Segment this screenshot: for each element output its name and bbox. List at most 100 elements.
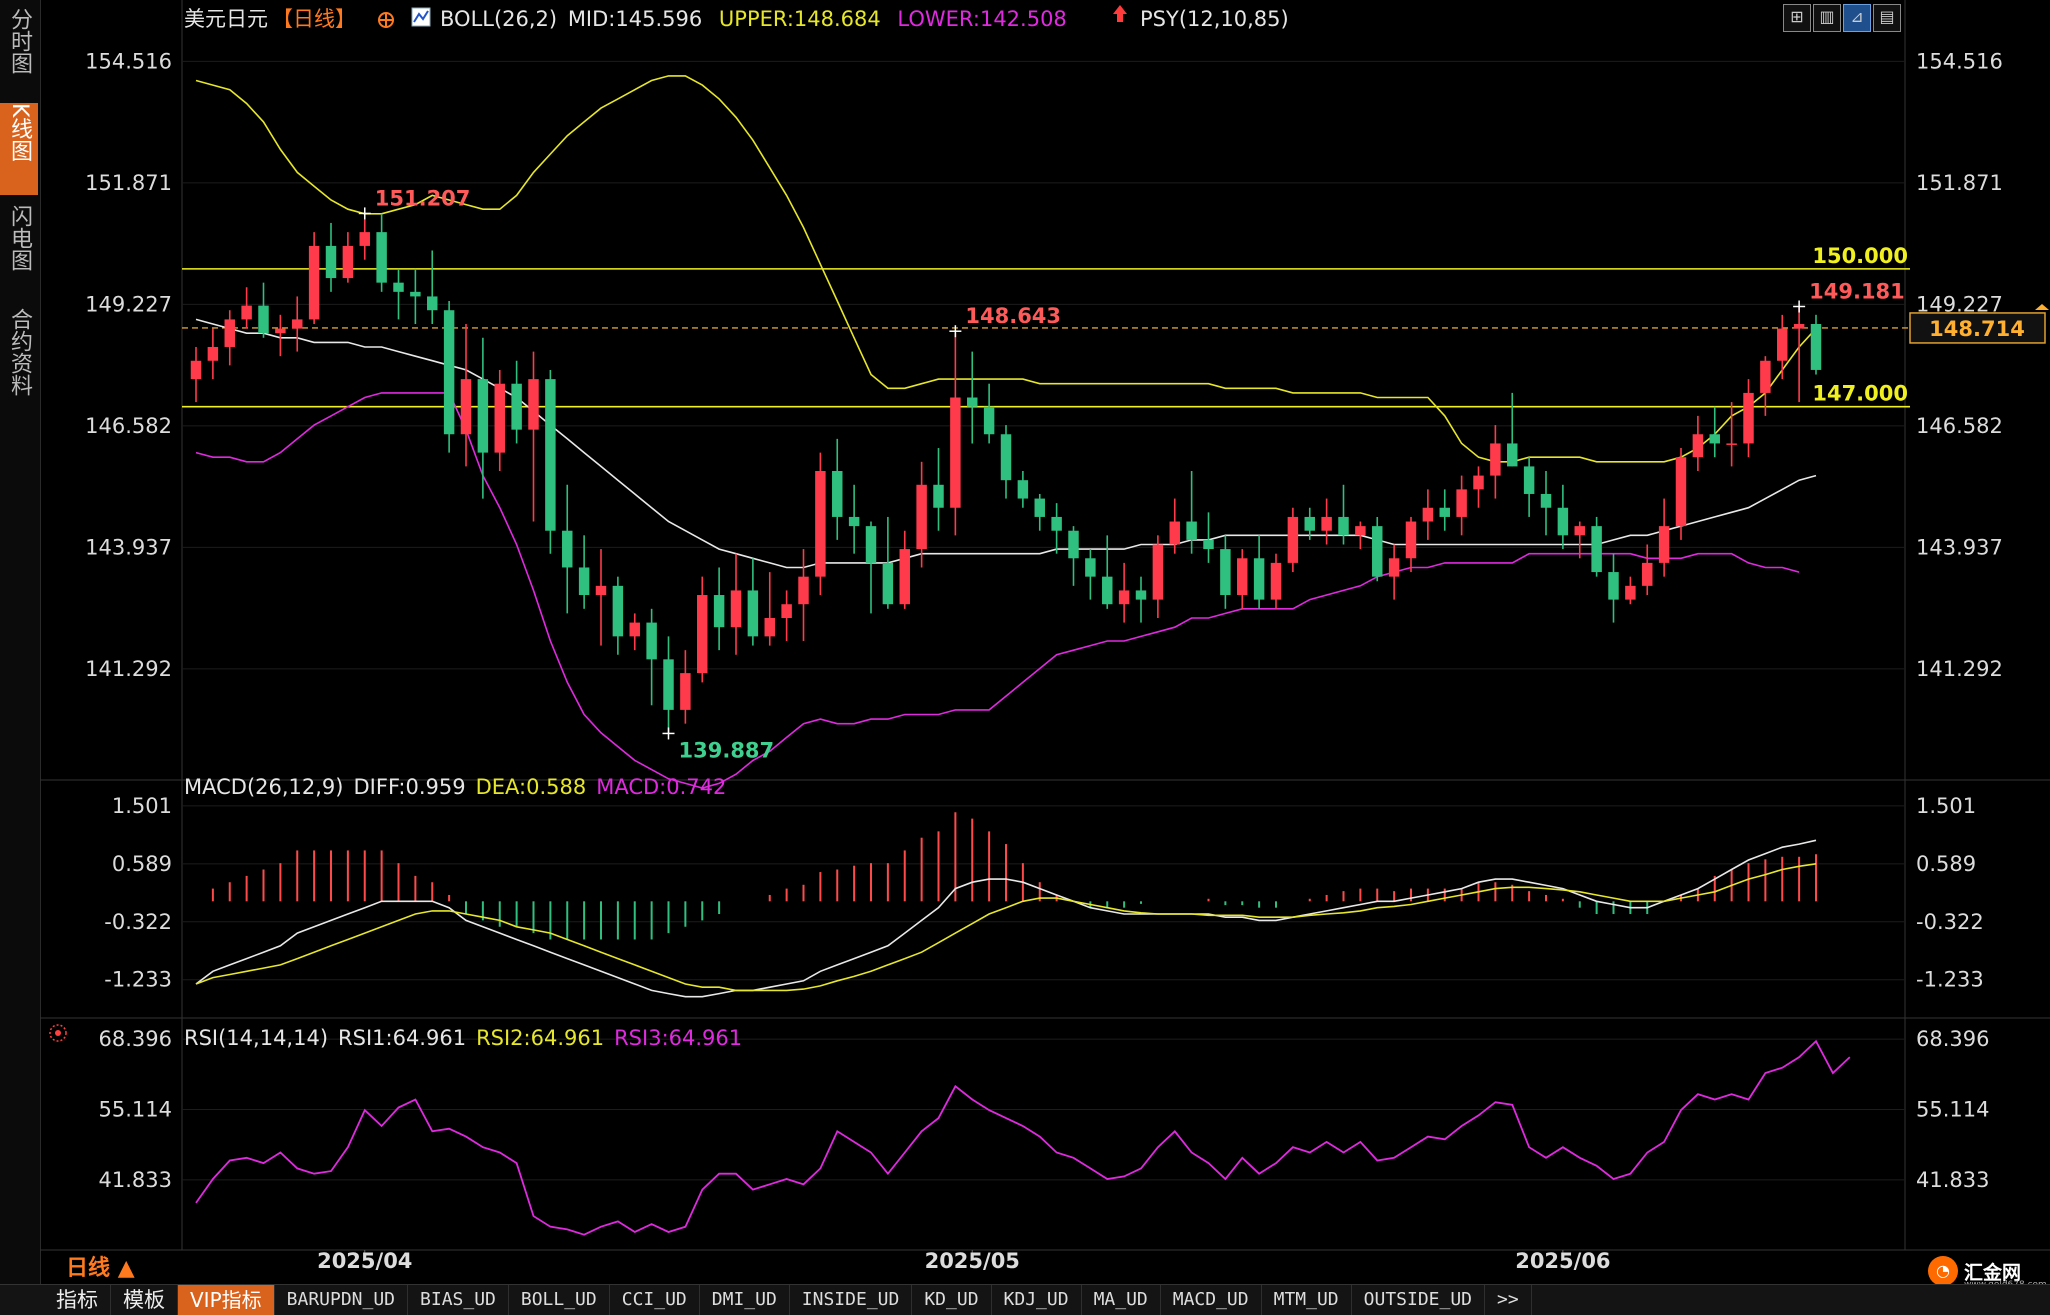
candle[interactable]: [545, 369, 556, 554]
candle[interactable]: [1793, 305, 1805, 403]
candle[interactable]: [1372, 516, 1383, 582]
candle[interactable]: [1523, 457, 1535, 517]
candle[interactable]: [1270, 553, 1282, 609]
indicator-tab--[interactable]: 模板: [111, 1285, 178, 1315]
candle[interactable]: [494, 369, 505, 471]
candle[interactable]: [1608, 553, 1619, 623]
candle[interactable]: [1507, 392, 1518, 467]
candle[interactable]: [1405, 516, 1417, 573]
indicator-tab-barupdn-ud[interactable]: BARUPDN_UD: [275, 1285, 409, 1315]
candle[interactable]: [1490, 425, 1501, 499]
candle[interactable]: [1253, 535, 1265, 609]
indicator-chart-icon[interactable]: [411, 7, 431, 27]
candle[interactable]: [967, 351, 978, 444]
candle[interactable]: [427, 250, 438, 325]
candle[interactable]: [1726, 402, 1737, 467]
settings-dot-icon[interactable]: [49, 1024, 67, 1042]
candle[interactable]: [1625, 576, 1636, 605]
indicator-tab--[interactable]: 指标: [0, 1285, 111, 1315]
indicator-tab-inside-ud[interactable]: INSIDE_UD: [790, 1285, 913, 1315]
candle[interactable]: [1287, 507, 1299, 573]
candle[interactable]: [1777, 314, 1788, 380]
candle[interactable]: [477, 337, 489, 499]
candle[interactable]: [1709, 406, 1720, 458]
candle[interactable]: [1473, 466, 1484, 508]
indicator-tab-boll-ud[interactable]: BOLL_UD: [509, 1285, 610, 1315]
candle[interactable]: [713, 567, 725, 651]
candle[interactable]: [1237, 549, 1248, 609]
candle[interactable]: [443, 301, 455, 453]
candle[interactable]: [1321, 498, 1332, 545]
candle[interactable]: [882, 516, 894, 609]
candle[interactable]: [1810, 314, 1822, 375]
candle[interactable]: [1051, 503, 1062, 554]
candle[interactable]: [1675, 448, 1687, 540]
indicator-tab-bias-ud[interactable]: BIAS_UD: [408, 1285, 509, 1315]
indicator-tab-outside-ud[interactable]: OUTSIDE_UD: [1352, 1285, 1486, 1315]
indicator-tab-kd-ud[interactable]: KD_UD: [912, 1285, 992, 1315]
candle[interactable]: [1220, 535, 1231, 609]
candle[interactable]: [258, 282, 269, 338]
indicator-tab-kdj-ud[interactable]: KDJ_UD: [992, 1285, 1082, 1315]
candle[interactable]: [629, 613, 640, 651]
indicator-tab-vip-[interactable]: VIP指标: [178, 1285, 275, 1315]
candle[interactable]: [747, 558, 759, 646]
candle[interactable]: [359, 213, 370, 260]
candle[interactable]: [697, 576, 708, 683]
candle[interactable]: [1135, 576, 1147, 623]
candle[interactable]: [1034, 493, 1045, 531]
candle[interactable]: [275, 314, 286, 357]
candle[interactable]: [1439, 489, 1450, 531]
indicator-tab-ma-ud[interactable]: MA_UD: [1082, 1285, 1161, 1315]
candle[interactable]: [308, 232, 320, 324]
crosshair-icon[interactable]: [378, 12, 394, 28]
candle[interactable]: [950, 333, 961, 536]
candle[interactable]: [410, 268, 421, 324]
candle[interactable]: [983, 383, 995, 444]
candle[interactable]: [376, 213, 387, 292]
candle[interactable]: [899, 530, 910, 609]
candle[interactable]: [342, 232, 354, 283]
candle[interactable]: [207, 328, 219, 380]
candle[interactable]: [1422, 489, 1434, 540]
candle[interactable]: [578, 535, 590, 609]
candle[interactable]: [1203, 512, 1214, 563]
indicator-tab-macd-ud[interactable]: MACD_UD: [1161, 1285, 1262, 1315]
candle[interactable]: [1017, 471, 1029, 508]
candle[interactable]: [832, 438, 843, 540]
candle[interactable]: [511, 360, 522, 444]
candle[interactable]: [241, 287, 252, 329]
candle[interactable]: [1118, 562, 1130, 623]
candle[interactable]: [325, 222, 337, 292]
candle[interactable]: [916, 461, 927, 568]
candle[interactable]: [190, 346, 202, 403]
candle[interactable]: [1068, 526, 1079, 586]
candle[interactable]: [865, 521, 877, 614]
candle[interactable]: [1642, 544, 1653, 596]
candle[interactable]: [1692, 415, 1704, 471]
candle[interactable]: [798, 549, 809, 641]
indicator-tab-mtm-ud[interactable]: MTM_UD: [1262, 1285, 1352, 1315]
candle[interactable]: [612, 576, 624, 655]
candle[interactable]: [1085, 549, 1096, 600]
period-selector[interactable]: 日线 ▲: [66, 1250, 135, 1282]
candle[interactable]: [764, 572, 775, 646]
candle[interactable]: [1355, 521, 1366, 550]
candle[interactable]: [1591, 516, 1602, 577]
candle[interactable]: [933, 448, 944, 531]
candle[interactable]: [1574, 521, 1585, 559]
indicator-tab--[interactable]: >>: [1485, 1285, 1532, 1315]
candle[interactable]: [730, 553, 742, 655]
candle[interactable]: [848, 484, 860, 554]
candle[interactable]: [1540, 471, 1552, 536]
candle[interactable]: [1000, 425, 1012, 499]
candle[interactable]: [393, 268, 404, 320]
kline-chart[interactable]: 美元日元 【日线】 BOLL(26,2) MID:145.596 UPPER:14…: [0, 0, 2050, 1284]
candle[interactable]: [1456, 475, 1467, 536]
candle[interactable]: [562, 484, 573, 614]
candle[interactable]: [460, 324, 472, 467]
candle[interactable]: [1102, 535, 1113, 609]
candle[interactable]: [1743, 379, 1754, 458]
candle[interactable]: [224, 310, 235, 366]
candle[interactable]: [646, 608, 657, 706]
